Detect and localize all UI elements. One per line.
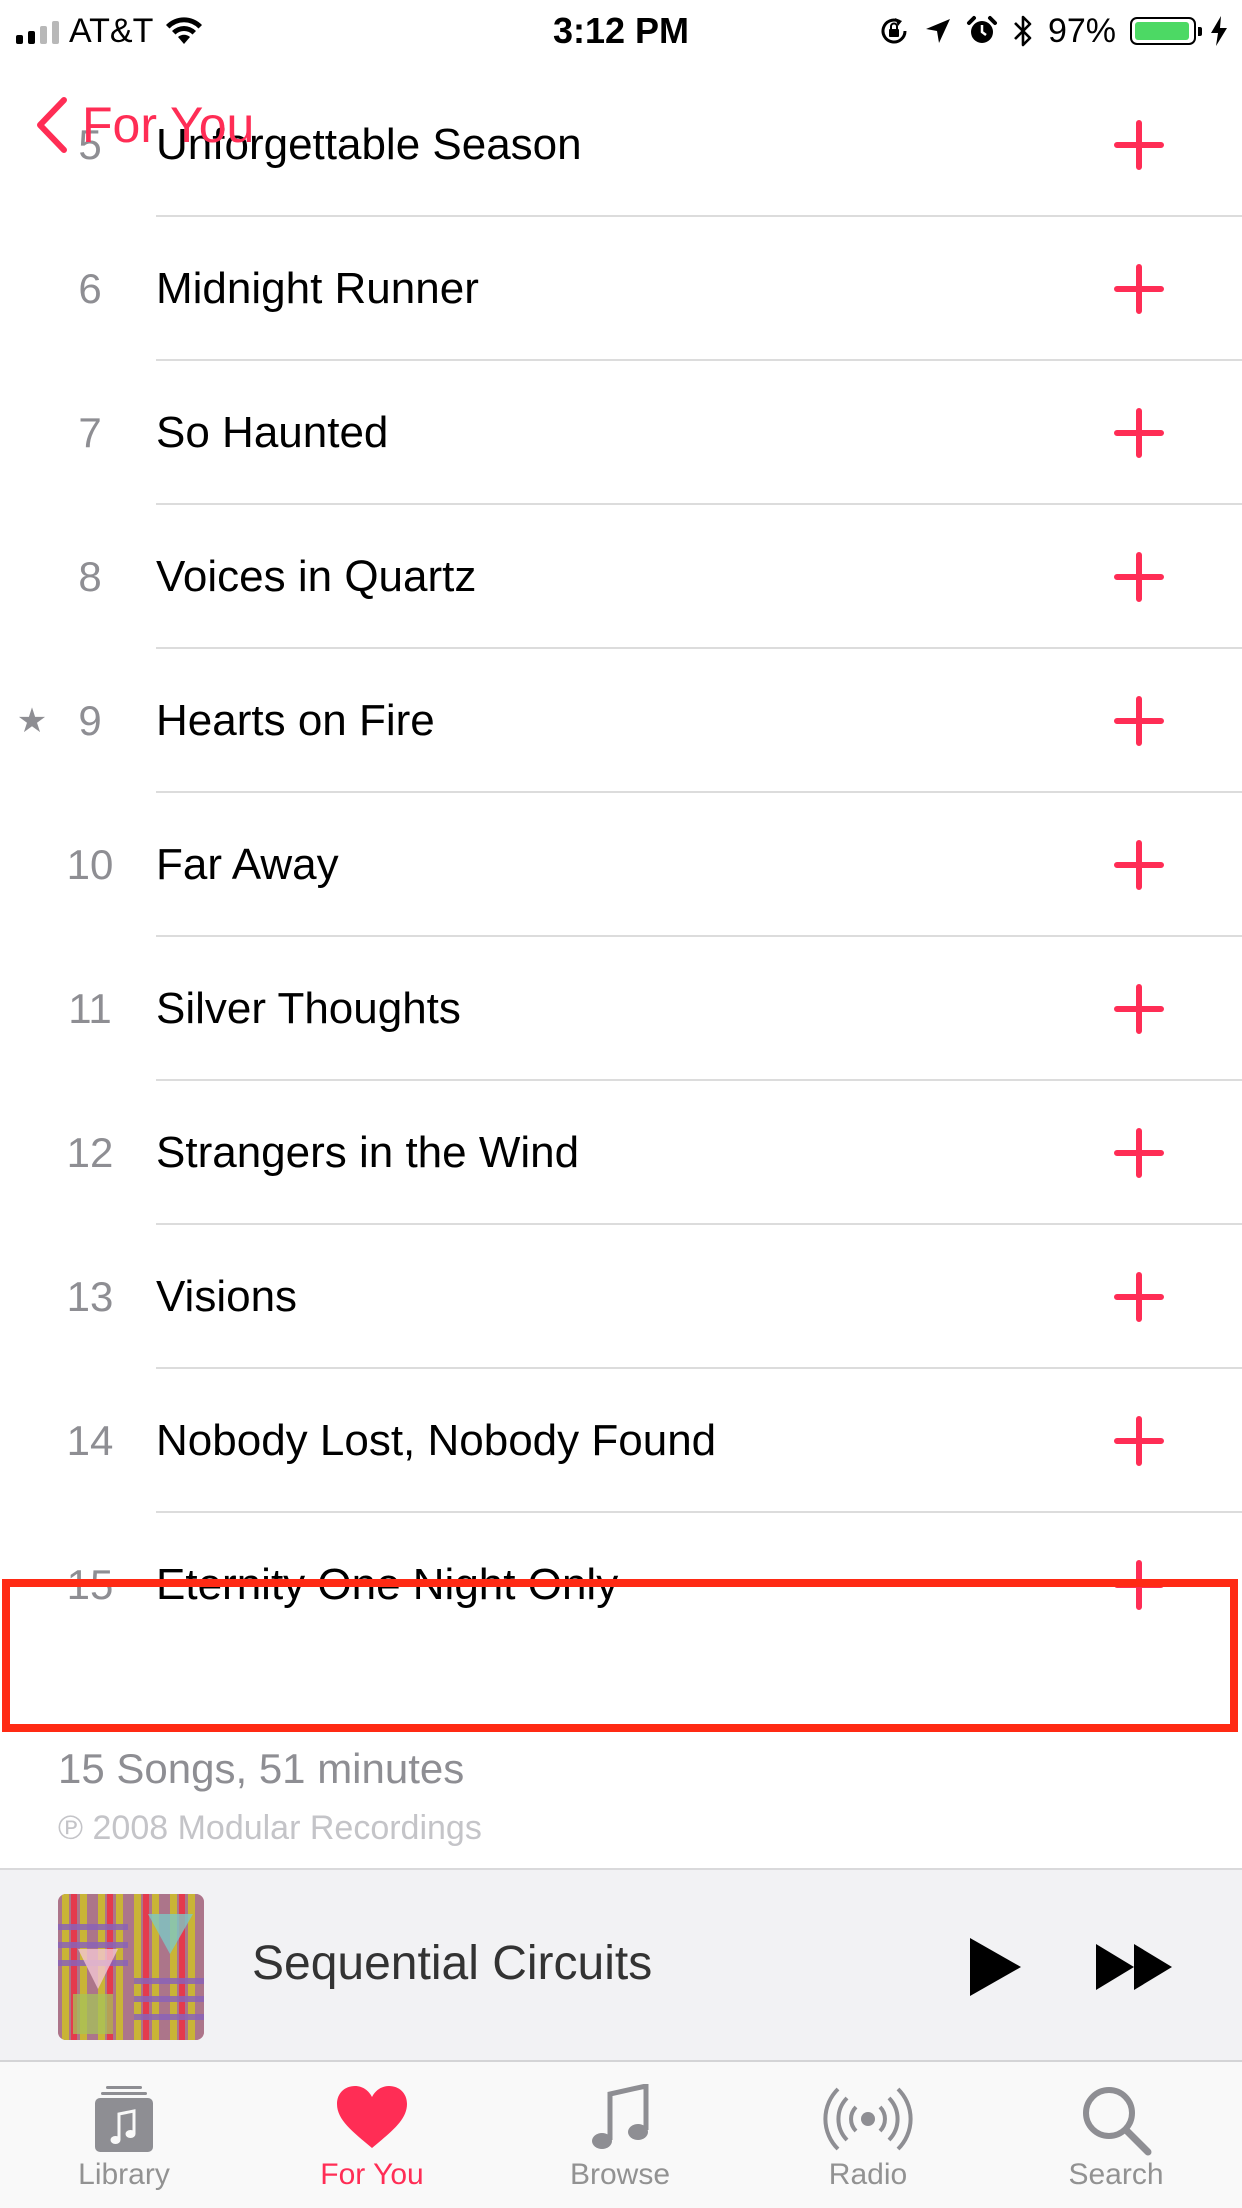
add-track-button[interactable] xyxy=(1114,1560,1164,1610)
orientation-lock-icon xyxy=(878,15,910,47)
track-number: 15 xyxy=(66,1561,114,1608)
status-bar: AT&T 3:12 PM 97% xyxy=(0,0,1242,60)
track-title: So Haunted xyxy=(156,408,389,457)
track-row[interactable]: 13 Visions xyxy=(0,1225,1242,1369)
add-track-button[interactable] xyxy=(1114,120,1164,170)
track-title: Far Away xyxy=(156,840,339,889)
add-track-button[interactable] xyxy=(1114,984,1164,1034)
plus-icon xyxy=(1114,696,1164,746)
tab-label: Search xyxy=(1068,2158,1164,2191)
track-row[interactable]: 12 Strangers in the Wind xyxy=(0,1081,1242,1225)
track-title: Silver Thoughts xyxy=(156,984,461,1033)
alarm-icon xyxy=(966,15,998,47)
track-list: 5 Unforgettable Season 6 Midnight Runner 7 So… xyxy=(0,73,1242,1657)
track-row[interactable]: ★ 9 Hearts on Fire xyxy=(0,649,1242,793)
plus-icon xyxy=(1114,840,1164,890)
tab-label: Radio xyxy=(828,2158,908,2191)
tab-bar: Library For You Browse Radio Search xyxy=(0,2060,1242,2208)
play-button[interactable] xyxy=(966,1936,1024,1998)
track-row[interactable]: 15 Eternity One Night Only xyxy=(0,1513,1242,1657)
charging-icon xyxy=(1210,15,1228,47)
track-row[interactable]: 6 Midnight Runner xyxy=(0,217,1242,361)
tab-library[interactable]: Library xyxy=(0,2062,248,2208)
fast-forward-icon xyxy=(1096,1944,1172,1990)
track-title: Strangers in the Wind xyxy=(156,1128,580,1177)
tab-label: Library xyxy=(78,2158,170,2191)
screen: AT&T 3:12 PM 97% 5 Unforgettable Season … xyxy=(0,0,1242,2208)
track-number: 14 xyxy=(66,1417,114,1464)
now-playing-title[interactable]: Sequential Circuits xyxy=(252,1870,652,2058)
radio-icon xyxy=(823,2084,913,2154)
plus-icon xyxy=(1114,1272,1164,1322)
plus-icon xyxy=(1114,408,1164,458)
album-artwork[interactable] xyxy=(58,1894,204,2040)
tab-search[interactable]: Search xyxy=(992,2062,1240,2208)
add-track-button[interactable] xyxy=(1114,1416,1164,1466)
track-number: 10 xyxy=(66,841,114,888)
track-number: 11 xyxy=(68,985,112,1032)
back-label: For You xyxy=(82,97,255,153)
chevron-left-icon xyxy=(37,97,67,153)
tab-radio[interactable]: Radio xyxy=(744,2062,992,2208)
plus-icon xyxy=(1114,984,1164,1034)
back-button[interactable]: For You xyxy=(34,92,254,158)
add-track-button[interactable] xyxy=(1114,408,1164,458)
play-icon xyxy=(970,1938,1021,1996)
plus-icon xyxy=(1114,264,1164,314)
track-row[interactable]: 10 Far Away xyxy=(0,793,1242,937)
plus-icon xyxy=(1114,1128,1164,1178)
add-track-button[interactable] xyxy=(1114,696,1164,746)
album-summary: 15 Songs, 51 minutes xyxy=(58,1745,465,1792)
add-track-button[interactable] xyxy=(1114,840,1164,890)
track-number: 13 xyxy=(66,1273,114,1320)
tab-label: For You xyxy=(320,2158,424,2191)
battery-icon xyxy=(1130,17,1202,45)
track-title: Nobody Lost, Nobody Found xyxy=(156,1416,717,1465)
track-row[interactable]: 8 Voices in Quartz xyxy=(0,505,1242,649)
plus-icon xyxy=(1114,120,1164,170)
plus-icon xyxy=(1114,1560,1164,1610)
tab-label: Browse xyxy=(569,2158,671,2191)
location-icon xyxy=(924,17,952,45)
track-row[interactable]: 11 Silver Thoughts xyxy=(0,937,1242,1081)
mini-player[interactable]: Sequential Circuits xyxy=(0,1868,1242,2060)
track-row[interactable]: 7 So Haunted xyxy=(0,361,1242,505)
library-icon xyxy=(92,2084,156,2154)
search-icon xyxy=(1080,2084,1152,2156)
tab-browse[interactable]: Browse xyxy=(496,2062,744,2208)
plus-icon xyxy=(1114,552,1164,602)
tab-for-you[interactable]: For You xyxy=(248,2062,496,2208)
track-number: 12 xyxy=(66,1129,114,1176)
plus-icon xyxy=(1114,1416,1164,1466)
music-note-icon xyxy=(590,2084,650,2154)
fast-forward-button[interactable] xyxy=(1094,1942,1174,1992)
album-copyright: ℗ 2008 Modular Recordings xyxy=(58,1809,482,1847)
heart-icon xyxy=(335,2084,409,2150)
bluetooth-icon xyxy=(1012,14,1034,48)
add-track-button[interactable] xyxy=(1114,264,1164,314)
track-title: Hearts on Fire xyxy=(156,696,435,745)
track-row[interactable]: 14 Nobody Lost, Nobody Found xyxy=(0,1369,1242,1513)
add-track-button[interactable] xyxy=(1114,1128,1164,1178)
track-title: Midnight Runner xyxy=(156,264,479,313)
add-track-button[interactable] xyxy=(1114,1272,1164,1322)
track-number: 6 xyxy=(78,265,102,312)
status-right: 97% xyxy=(878,8,1228,54)
track-number: 8 xyxy=(78,553,102,600)
track-title: Visions xyxy=(156,1272,298,1321)
add-track-button[interactable] xyxy=(1114,552,1164,602)
track-title: Eternity One Night Only xyxy=(156,1560,619,1609)
battery-percent: 97% xyxy=(1047,11,1116,50)
track-number: 7 xyxy=(78,409,102,456)
track-number: 9 xyxy=(78,697,102,744)
track-title: Voices in Quartz xyxy=(156,552,477,601)
